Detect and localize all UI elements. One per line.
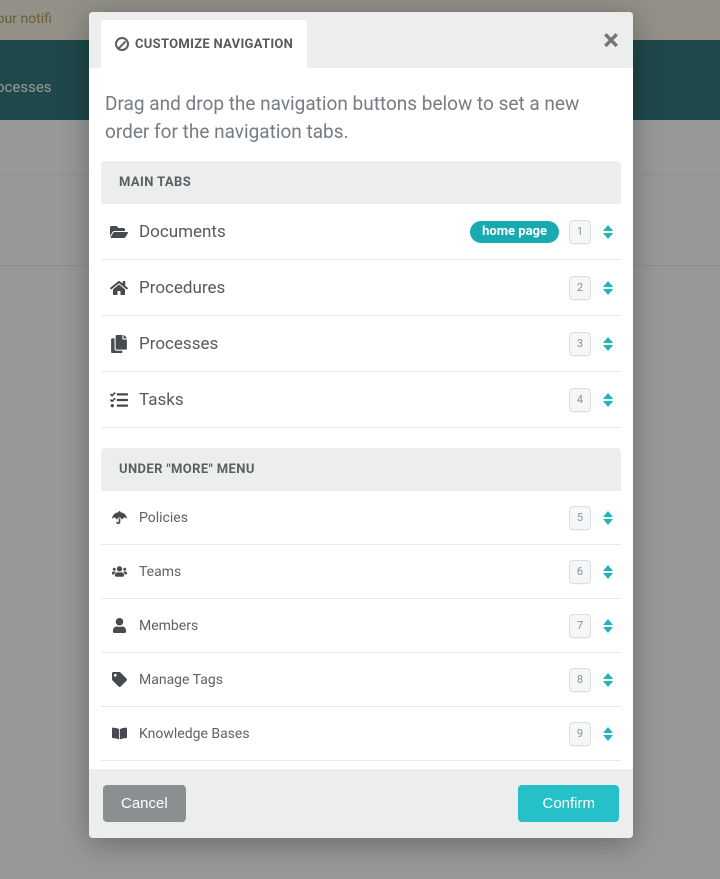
nav-item-teams[interactable]: Teams 6 <box>101 545 621 599</box>
customize-icon <box>115 37 129 51</box>
tag-icon <box>105 672 133 687</box>
modal-tab-customize[interactable]: CUSTOMIZE NAVIGATION <box>101 20 307 68</box>
modal-body: Drag and drop the navigation buttons bel… <box>89 68 633 769</box>
section-main-tabs-header: MAIN TABS <box>101 161 621 204</box>
nav-item-label: Tasks <box>133 390 569 410</box>
order-number: 7 <box>569 614 591 638</box>
book-icon <box>105 726 133 741</box>
umbrella-icon <box>105 510 133 525</box>
nav-item-label: Knowledge Bases <box>133 726 569 742</box>
order-number: 8 <box>569 668 591 692</box>
confirm-button[interactable]: Confirm <box>518 785 619 822</box>
home-icon <box>105 279 133 297</box>
modal-header: CUSTOMIZE NAVIGATION × <box>89 12 633 68</box>
nav-item-procedures[interactable]: Procedures 2 <box>101 260 621 316</box>
nav-item-label: Manage Tags <box>133 672 569 688</box>
cancel-button[interactable]: Cancel <box>103 785 186 822</box>
sort-handle[interactable] <box>601 389 615 411</box>
order-number: 6 <box>569 560 591 584</box>
close-icon[interactable]: × <box>603 26 619 56</box>
sort-handle[interactable] <box>601 221 615 243</box>
instructions-text: Drag and drop the navigation buttons bel… <box>101 86 621 161</box>
users-icon <box>105 564 133 579</box>
nav-item-policies[interactable]: Policies 5 <box>101 491 621 545</box>
order-number: 1 <box>569 220 591 244</box>
nav-item-label: Members <box>133 618 569 634</box>
nav-item-manage-tags[interactable]: Manage Tags 8 <box>101 653 621 707</box>
sort-handle[interactable] <box>601 615 615 637</box>
customize-navigation-modal: CUSTOMIZE NAVIGATION × Drag and drop the… <box>89 12 633 838</box>
order-number: 9 <box>569 722 591 746</box>
nav-item-label: Teams <box>133 564 569 580</box>
modal-tab-label: CUSTOMIZE NAVIGATION <box>135 37 293 52</box>
modal-footer: Cancel Confirm <box>89 769 633 838</box>
order-number: 5 <box>569 506 591 530</box>
nav-item-label: Policies <box>133 510 569 526</box>
list-check-icon <box>105 391 133 409</box>
order-number: 2 <box>569 276 591 300</box>
section-more-menu-header: UNDER "MORE" MENU <box>101 448 621 491</box>
nav-item-label: Documents <box>133 222 470 242</box>
nav-item-label: Procedures <box>133 278 569 298</box>
folder-open-icon <box>105 223 133 241</box>
nav-item-tasks[interactable]: Tasks 4 <box>101 372 621 428</box>
sort-handle[interactable] <box>601 333 615 355</box>
nav-item-label: Processes <box>133 334 569 354</box>
nav-item-members[interactable]: Members 7 <box>101 599 621 653</box>
copy-icon <box>105 335 133 353</box>
nav-item-documents[interactable]: Documents home page 1 <box>101 204 621 260</box>
sort-handle[interactable] <box>601 669 615 691</box>
sort-handle[interactable] <box>601 507 615 529</box>
user-icon <box>105 618 133 633</box>
order-number: 3 <box>569 332 591 356</box>
sort-handle[interactable] <box>601 277 615 299</box>
sort-handle[interactable] <box>601 723 615 745</box>
nav-item-knowledge-bases[interactable]: Knowledge Bases 9 <box>101 707 621 761</box>
home-page-badge: home page <box>470 221 559 243</box>
order-number: 4 <box>569 388 591 412</box>
nav-item-processes[interactable]: Processes 3 <box>101 316 621 372</box>
sort-handle[interactable] <box>601 561 615 583</box>
